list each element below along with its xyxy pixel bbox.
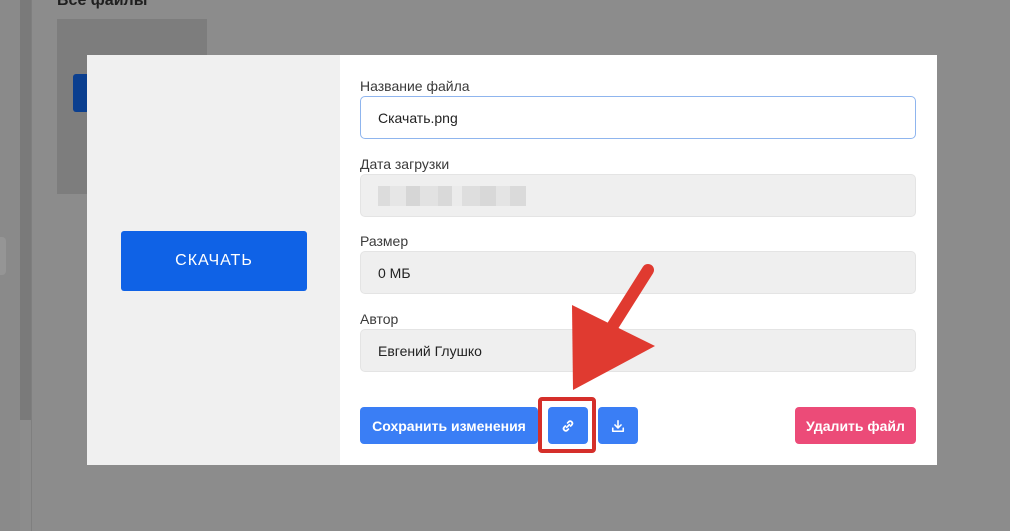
file-details-form: Название файла Скачать.png Дата загрузки…: [340, 55, 937, 465]
save-changes-button[interactable]: Сохранить изменения: [360, 407, 538, 444]
link-icon: [562, 419, 574, 432]
upload-date-field: [360, 174, 916, 217]
author-value: Евгений Глушко: [378, 342, 482, 359]
background-scrollbar: [20, 0, 31, 420]
background-divider: [31, 0, 32, 531]
file-details-modal: СКАЧАТЬ Название файла Скачать.png Дата …: [87, 55, 937, 465]
author-field: Евгений Глушко: [360, 329, 916, 372]
file-preview-panel: СКАЧАТЬ: [87, 55, 340, 465]
upload-date-redacted: [378, 185, 526, 206]
filename-input[interactable]: Скачать.png: [360, 96, 916, 139]
size-label: Размер: [360, 233, 409, 249]
filename-label: Название файла: [360, 78, 470, 94]
upload-date-label: Дата загрузки: [360, 156, 450, 172]
copy-link-button[interactable]: [548, 407, 588, 444]
preview-download-button[interactable]: СКАЧАТЬ: [121, 231, 307, 291]
download-icon: [611, 419, 625, 432]
size-field: 0 МБ: [360, 251, 916, 294]
background-sidebar-handle: [0, 237, 6, 275]
filename-value: Скачать.png: [378, 109, 458, 126]
author-label: Автор: [360, 311, 399, 327]
background-section-title: Все файлы: [57, 0, 148, 9]
size-value: 0 МБ: [378, 264, 411, 281]
delete-file-button[interactable]: Удалить файл: [795, 407, 916, 444]
download-file-button[interactable]: [598, 407, 638, 444]
